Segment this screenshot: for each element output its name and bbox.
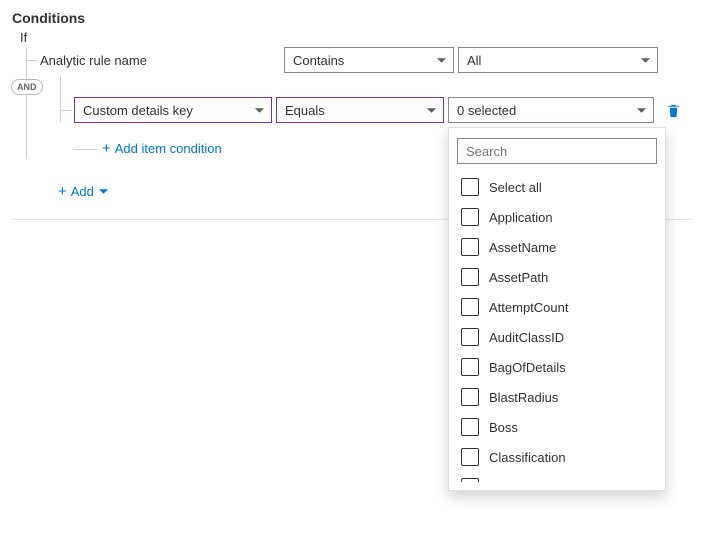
checkbox-icon	[461, 238, 479, 256]
chevron-down-icon	[639, 54, 651, 66]
link-text: Add item condition	[115, 141, 222, 156]
option-item[interactable]: AssetPath	[457, 262, 657, 292]
option-label: AttemptCount	[489, 300, 569, 315]
option-item[interactable]: AttemptCount	[457, 292, 657, 322]
option-label: AssetName	[489, 240, 556, 255]
delete-button[interactable]	[666, 103, 681, 118]
option-item[interactable]: BlastRadius	[457, 382, 657, 412]
chevron-down-icon	[98, 186, 110, 198]
chevron-down-icon	[425, 104, 437, 116]
option-select-all[interactable]: Select all	[457, 172, 657, 202]
plus-icon: +	[102, 141, 111, 156]
option-label: Select all	[489, 180, 542, 195]
condition-row: Custom details key Equals 0 selected	[60, 97, 692, 123]
value-dropdown[interactable]: All	[458, 47, 658, 73]
chevron-down-icon	[253, 104, 265, 116]
section-title: Conditions	[12, 10, 692, 26]
option-label: AuditClassID	[489, 330, 564, 345]
and-badge: AND	[11, 79, 43, 95]
field-dropdown[interactable]: Custom details key	[74, 97, 272, 123]
value-text: 0 selected	[457, 103, 516, 118]
option-item[interactable]: BagOfDetails	[457, 352, 657, 382]
option-label: Classification	[489, 450, 566, 465]
operator-dropdown[interactable]: Contains	[284, 47, 454, 73]
checkbox-icon	[461, 208, 479, 226]
option-item[interactable]: Application	[457, 202, 657, 232]
checkbox-icon	[461, 478, 479, 482]
option-item[interactable]: Classification	[457, 442, 657, 472]
field-value: Custom details key	[83, 103, 193, 118]
value-dropdown[interactable]: 0 selected	[448, 97, 654, 123]
link-text: Add	[71, 184, 94, 199]
checkbox-icon	[461, 178, 479, 196]
options-list[interactable]: Select all Application AssetName As	[457, 172, 657, 482]
option-label: ComputerName	[489, 480, 581, 483]
option-label: Boss	[489, 420, 518, 435]
operator-value: Contains	[293, 53, 344, 68]
chevron-down-icon	[435, 54, 447, 66]
if-label: If	[20, 30, 692, 45]
operator-value: Equals	[285, 103, 325, 118]
checkbox-icon	[461, 448, 479, 466]
option-label: BagOfDetails	[489, 360, 566, 375]
search-input[interactable]	[457, 138, 657, 164]
checkbox-icon	[461, 328, 479, 346]
add-item-condition-button[interactable]: + Add item condition	[102, 141, 222, 156]
option-item[interactable]: AssetName	[457, 232, 657, 262]
option-item[interactable]: AuditClassID	[457, 322, 657, 352]
chevron-down-icon	[635, 104, 647, 116]
checkbox-icon	[461, 388, 479, 406]
option-item[interactable]: Boss	[457, 412, 657, 442]
plus-icon: +	[58, 184, 67, 199]
trash-icon	[666, 103, 681, 118]
option-label: BlastRadius	[489, 390, 558, 405]
checkbox-icon	[461, 298, 479, 316]
value-text: All	[467, 53, 481, 68]
value-dropdown-panel: Select all Application AssetName As	[448, 127, 666, 491]
condition-row: Analytic rule name Contains All	[26, 47, 692, 73]
checkbox-icon	[461, 268, 479, 286]
checkbox-icon	[461, 358, 479, 376]
operator-dropdown[interactable]: Equals	[276, 97, 444, 123]
option-label: AssetPath	[489, 270, 548, 285]
add-button[interactable]: + Add	[58, 184, 110, 199]
field-label: Analytic rule name	[40, 53, 280, 68]
option-label: Application	[489, 210, 553, 225]
checkbox-icon	[461, 418, 479, 436]
option-item[interactable]: ComputerName	[457, 472, 657, 482]
